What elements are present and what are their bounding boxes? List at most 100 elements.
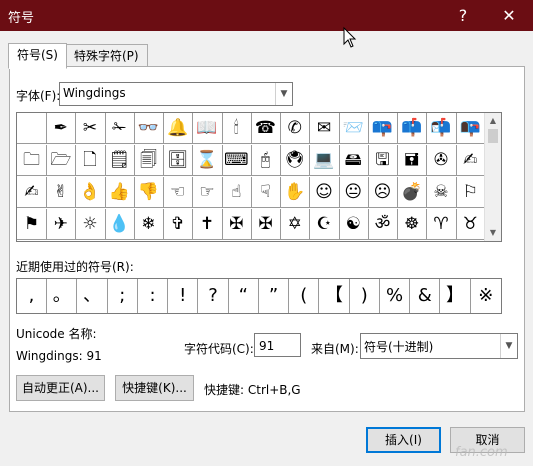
tab-special-characters[interactable]: 特殊字符(P) [65,44,148,68]
recent-symbol-cell[interactable]: ” [259,279,289,313]
symbol-cell[interactable]: ✝ [192,209,223,240]
recent-symbol-cell[interactable]: ? [199,279,229,313]
symbol-cell[interactable]: ⚐ [455,177,486,208]
symbol-cell[interactable]: 📖 [192,113,223,144]
symbol-cell[interactable]: ✈ [46,209,77,240]
symbol-grid: ✒ ✂ ✁ 👓 🔔 📖 🕯 ☎ ✆ ✉ 📨 📪 📫 📬 📭 🗀 🗁 🗋 🗒 🗐 🗄 ⌛ ⌨ 🖰 🖲 💻 🖴 🖫 🖬 ✇ ✍ ✍ ✌ 👌 👍 👎 ☜ ☞ ☝ ☟… [16,112,502,242]
symbol-cell[interactable]: 👍 [104,177,135,208]
symbol-cell[interactable]: 💧 [104,209,135,240]
symbol-cell[interactable]: ☟ [251,177,281,208]
recent-symbol-cell[interactable]: ( [289,279,320,313]
recent-symbol-cell[interactable]: 】 [441,279,471,313]
recent-symbol-cell[interactable]: 。 [47,279,78,313]
symbol-cell[interactable]: ❄ [134,209,164,240]
recent-symbol-cell[interactable]: ※ [471,279,501,313]
font-select[interactable]: Wingdings ▼ [59,82,293,106]
symbol-cell[interactable]: ♈ [426,209,457,240]
char-code-label: 字符代码(C): [184,342,254,356]
shortcut-key-button[interactable]: 快捷键(K)... [115,375,194,401]
symbol-cell[interactable] [17,113,47,144]
symbol-cell[interactable]: 🖬 [397,145,428,176]
symbol-cell[interactable]: 🕯 [221,113,252,144]
symbol-cell[interactable]: ✍ [455,145,486,176]
symbol-cell[interactable]: ☪ [309,209,340,240]
chevron-down-icon[interactable]: ▼ [500,334,517,358]
symbol-cell[interactable]: ♉ [455,209,486,240]
recent-symbol-cell[interactable]: , [17,279,47,313]
from-select[interactable]: 符号(十进制) ▼ [360,333,518,359]
symbol-cell[interactable]: 👌 [75,177,106,208]
symbol-cell[interactable]: 🖫 [368,145,398,176]
chevron-down-icon[interactable]: ▼ [275,83,292,105]
symbol-cell[interactable]: 🖰 [251,145,281,176]
symbol-cell[interactable]: ✡ [280,209,311,240]
char-code-field[interactable]: 91 [254,333,301,357]
symbol-cell[interactable]: ✋ [280,177,311,208]
symbol-cell[interactable]: ✉ [309,113,340,144]
symbol-cell[interactable]: 🗄 [163,145,194,176]
symbol-cell[interactable]: ☼ [75,209,106,240]
recent-symbol-cell[interactable]: ! [168,279,199,313]
symbol-cell[interactable]: 💣 [397,177,428,208]
symbol-cell[interactable]: ⚑ [17,209,47,240]
symbol-cell[interactable]: ✆ [280,113,311,144]
symbol-cell[interactable]: ☠ [426,177,457,208]
close-button[interactable]: ✕ [489,3,529,29]
recent-symbol-cell[interactable]: : [138,279,168,313]
symbol-cell[interactable]: ⌨ [221,145,252,176]
recent-symbols-row: ,。、;:!? “”(【)% &】 ※ [16,278,502,314]
recent-symbol-cell[interactable]: & [410,279,441,313]
symbol-cell[interactable]: ☝ [221,177,252,208]
symbol-cell[interactable]: 🔔 [163,113,194,144]
symbol-cell[interactable]: 🖲 [280,145,311,176]
symbol-cell[interactable]: 👓 [134,113,164,144]
symbol-cell[interactable]: 📬 [426,113,457,144]
symbol-cell[interactable]: ☺ [309,177,340,208]
symbol-cell[interactable]: ☸ [397,209,428,240]
tab-symbols[interactable]: 符号(S) [8,43,67,69]
symbol-cell[interactable]: ✇ [426,145,457,176]
symbol-grid-scrollbar[interactable]: ▲ ▼ [484,113,501,241]
scroll-up-icon[interactable]: ▲ [485,113,501,129]
symbol-cell[interactable]: 📨 [338,113,369,144]
symbol-cell[interactable]: ☎ [251,113,281,144]
symbol-cell[interactable]: 📫 [397,113,428,144]
insert-button[interactable]: 插入(I) [366,427,441,453]
autocorrect-button[interactable]: 自动更正(A)... [16,375,105,401]
recent-symbol-cell[interactable]: ; [108,279,138,313]
symbol-cell[interactable]: 🗐 [134,145,164,176]
symbol-cell[interactable]: ✒ [46,113,77,144]
symbol-cell[interactable]: ✌ [46,177,77,208]
symbol-cell[interactable]: 📪 [368,113,398,144]
symbol-cell[interactable]: ✠ [221,209,252,240]
symbol-cell[interactable]: 📭 [455,113,486,144]
symbol-cell[interactable]: ⌛ [192,145,223,176]
symbol-cell[interactable]: 🗒 [104,145,135,176]
symbol-cell[interactable]: ✁ [104,113,135,144]
recent-symbol-cell[interactable]: % [380,279,410,313]
help-button[interactable]: ? [443,3,483,29]
symbol-cell[interactable]: 🗀 [17,145,47,176]
symbol-cell[interactable]: ☞ [192,177,223,208]
recent-symbol-cell[interactable]: 、 [78,279,108,313]
symbol-cell[interactable]: 🗁 [46,145,77,176]
symbol-cell[interactable]: ✞ [163,209,194,240]
symbol-cell[interactable]: ✍ [17,177,47,208]
scrollbar-thumb[interactable] [488,129,498,143]
symbol-cell[interactable]: ✂ [75,113,106,144]
font-select-value: Wingdings [63,86,126,100]
symbol-cell[interactable]: ☹ [368,177,398,208]
symbol-cell[interactable]: ✠ [251,209,281,240]
symbol-cell[interactable]: 🖴 [338,145,369,176]
recent-symbol-cell[interactable]: “ [229,279,259,313]
recent-symbol-cell[interactable]: ) [350,279,380,313]
symbol-cell[interactable]: 🗋 [75,145,106,176]
symbol-cell[interactable]: ☜ [163,177,194,208]
symbol-cell[interactable]: ☯ [338,209,369,240]
symbol-cell[interactable]: 😐 [338,177,369,208]
symbol-cell[interactable]: 💻 [309,145,340,176]
symbol-cell[interactable]: ॐ [368,209,398,240]
recent-symbol-cell[interactable]: 【 [320,279,350,313]
symbol-cell[interactable]: 👎 [134,177,164,208]
scroll-down-icon[interactable]: ▼ [485,225,501,241]
